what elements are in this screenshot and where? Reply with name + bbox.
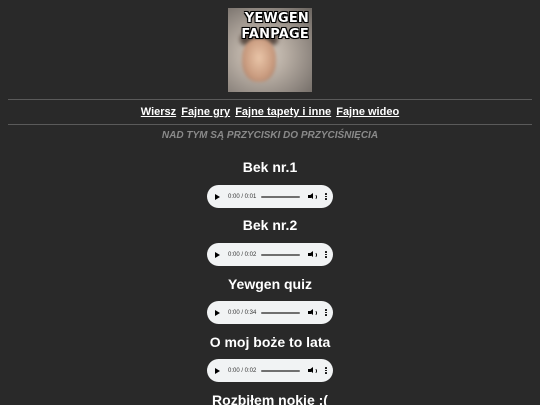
seek-bar-2[interactable] <box>261 253 301 256</box>
audio-time-3: 0:00 / 0:34 <box>228 309 257 316</box>
logo-text-line2: FANPAGE <box>241 27 309 42</box>
more-options-icon[interactable] <box>325 193 327 200</box>
logo-text-line1: YEWGEN <box>244 11 309 26</box>
more-options-icon[interactable] <box>325 251 327 258</box>
volume-icon[interactable] <box>308 251 318 259</box>
seek-bar-1[interactable] <box>261 195 301 198</box>
audio-time-1: 0:00 / 0:01 <box>228 193 257 200</box>
page: YEWGEN FANPAGE Wiersz Fajne gry Fajne ta… <box>0 0 540 405</box>
audio-player-4: 0:00 / 0:02 <box>207 359 333 382</box>
track-title-2: Bek nr.2 <box>242 217 298 233</box>
audio-player-3: 0:00 / 0:34 <box>207 301 333 324</box>
nav-link-fajne-tapety[interactable]: Fajne tapety i inne <box>235 106 331 118</box>
audio-time-2: 0:00 / 0:02 <box>228 251 257 258</box>
audio-time-4: 0:00 / 0:02 <box>228 367 257 374</box>
audio-player-1: 0:00 / 0:01 <box>207 185 333 208</box>
volume-icon[interactable] <box>308 367 318 375</box>
more-options-icon[interactable] <box>325 367 327 374</box>
track-title-4: O moj boże to lata <box>209 334 331 350</box>
nav-link-fajne-gry[interactable]: Fajne gry <box>181 106 230 118</box>
nav-links: Wiersz Fajne gry Fajne tapety i inne Faj… <box>0 106 540 118</box>
play-icon[interactable] <box>215 309 220 316</box>
track-title-3: Yewgen quiz <box>227 276 312 292</box>
track-title-1: Bek nr.1 <box>242 159 298 175</box>
track-title-5: Rozbiłem nokie :( <box>212 392 328 405</box>
more-options-icon[interactable] <box>325 309 327 316</box>
play-icon[interactable] <box>215 193 220 200</box>
notice-text: NAD TYM SĄ PRZYCISKI DO PRZYCIŚNIĘCIA <box>161 130 379 141</box>
volume-icon[interactable] <box>308 193 318 201</box>
seek-bar-3[interactable] <box>261 311 301 314</box>
seek-bar-4[interactable] <box>261 369 301 372</box>
play-icon[interactable] <box>215 251 220 258</box>
logo-text: YEWGEN FANPAGE <box>241 11 309 43</box>
volume-icon[interactable] <box>308 309 318 317</box>
yewgen-fanpage-logo: YEWGEN FANPAGE <box>228 8 312 92</box>
divider-bottom <box>8 124 532 125</box>
nav-link-wiersz[interactable]: Wiersz <box>141 106 176 118</box>
nav-link-fajne-wideo[interactable]: Fajne wideo <box>336 106 399 118</box>
audio-player-2: 0:00 / 0:02 <box>207 243 333 266</box>
divider-top <box>8 99 532 100</box>
logo-photo-face <box>242 38 276 82</box>
play-icon[interactable] <box>215 367 220 374</box>
